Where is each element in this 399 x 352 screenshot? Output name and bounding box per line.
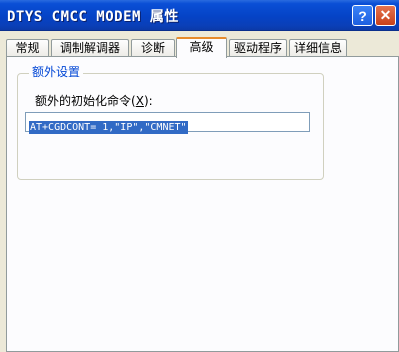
- extra-settings-group-label: 额外设置: [29, 65, 84, 80]
- init-command-label-text: 额外的初始化命令: [35, 94, 132, 108]
- tab-driver[interactable]: 驱动程序: [229, 39, 287, 57]
- init-command-input[interactable]: AT+CGDCONT= 1,"IP","CMNET": [25, 112, 310, 134]
- tab-strip: 常规 调制解调器 诊断 高级 驱动程序 详细信息: [6, 37, 396, 58]
- init-command-label: 额外的初始化命令(X):: [35, 94, 153, 108]
- close-button[interactable]: ✕: [375, 5, 396, 26]
- tab-modem[interactable]: 调制解调器: [51, 39, 129, 57]
- title-bar[interactable]: DTYS CMCC MODEM 属性 ? ✕: [0, 0, 399, 31]
- help-button[interactable]: ?: [352, 5, 373, 26]
- init-command-value: AT+CGDCONT= 1,"IP","CMNET": [29, 121, 188, 134]
- tab-general[interactable]: 常规: [6, 39, 49, 57]
- tab-advanced[interactable]: 高级: [176, 37, 227, 58]
- tab-diagnostics[interactable]: 诊断: [131, 39, 175, 57]
- window-title: DTYS CMCC MODEM 属性: [7, 9, 179, 25]
- tab-details[interactable]: 详细信息: [289, 39, 347, 57]
- init-command-mnemonic: X: [135, 94, 144, 108]
